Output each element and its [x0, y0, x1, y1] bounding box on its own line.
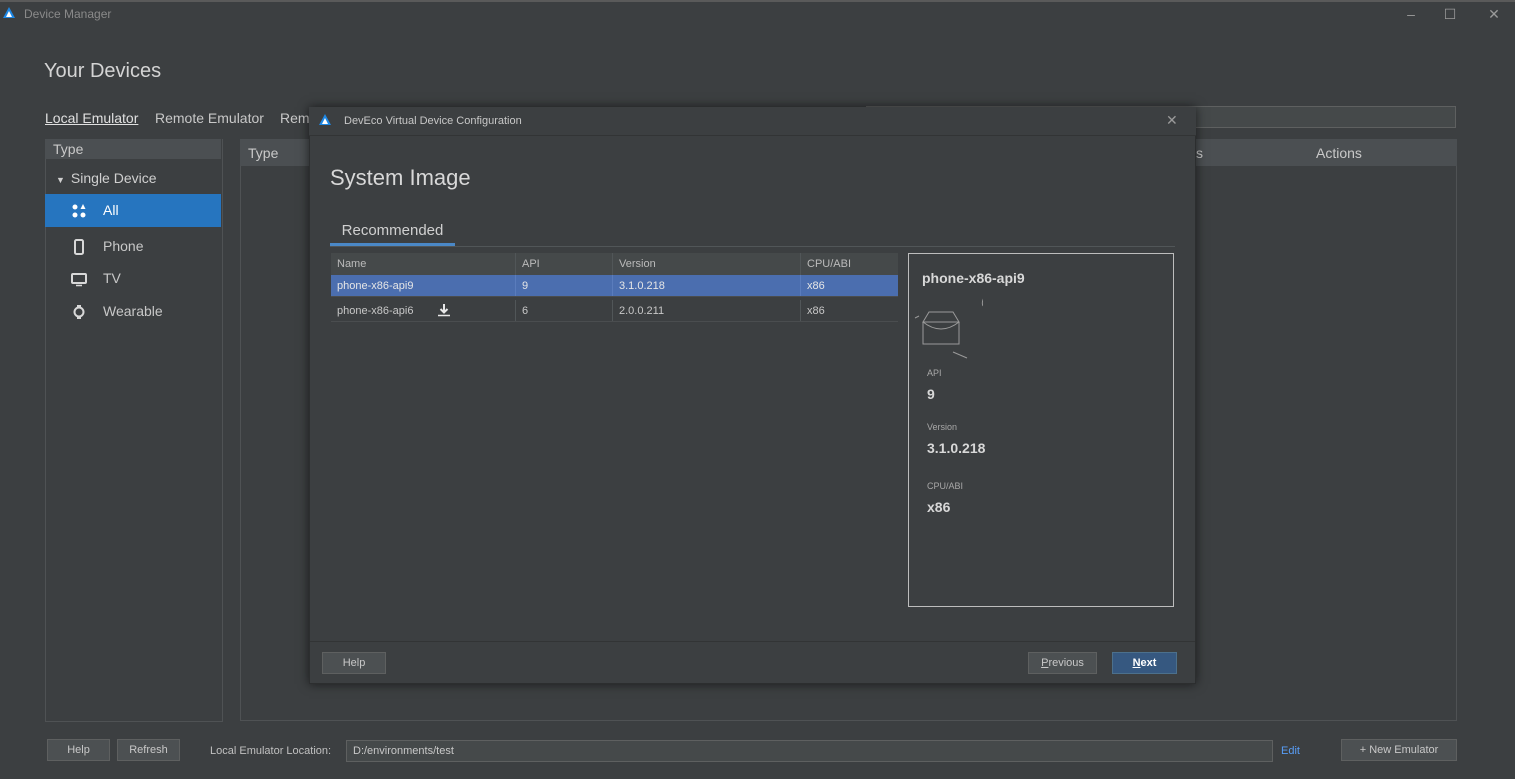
- next-mnemonic: N: [1132, 657, 1141, 669]
- close-icon[interactable]: ✕: [1484, 4, 1504, 24]
- sidebar-item-label: Phone: [103, 238, 144, 254]
- sidebar-group-label: Single Device: [70, 170, 157, 186]
- refresh-button[interactable]: Refresh: [117, 739, 180, 761]
- sidebar-item-label: All: [103, 202, 119, 218]
- maximize-icon[interactable]: ☐: [1440, 4, 1460, 24]
- dialog-close-icon[interactable]: ✕: [1166, 112, 1178, 129]
- tv-icon: [71, 273, 87, 287]
- detail-image-name: phone-x86-api9: [922, 270, 1025, 286]
- detail-cpu-value: x86: [927, 499, 951, 515]
- sidebar-item-tv[interactable]: TV: [45, 262, 221, 295]
- dialog-heading: System Image: [330, 165, 471, 190]
- column-api[interactable]: API: [516, 253, 613, 275]
- new-emulator-button[interactable]: + New Emulator: [1341, 739, 1457, 761]
- dialog-help-button[interactable]: Help: [322, 652, 386, 674]
- column-cpu-abi[interactable]: CPU/ABI: [801, 253, 898, 275]
- table-header: Name API Version CPU/ABI: [331, 253, 898, 275]
- sidebar-item-all[interactable]: All: [45, 194, 221, 227]
- column-actions[interactable]: Actions: [1316, 145, 1362, 161]
- cell-name-text: phone-x86-api6: [337, 305, 414, 317]
- cell-cpu-abi: x86: [807, 305, 825, 317]
- cell-version: 3.1.0.218: [613, 275, 801, 296]
- sidebar-item-label: Wearable: [103, 303, 163, 319]
- cell-version: 2.0.0.211: [613, 300, 801, 321]
- minimize-icon[interactable]: –: [1401, 4, 1421, 24]
- watch-icon: [73, 305, 85, 319]
- next-button[interactable]: Next: [1112, 652, 1177, 674]
- detail-version-label: Version: [927, 422, 958, 432]
- tab-divider: [330, 246, 1175, 247]
- title-bar: [0, 0, 1515, 30]
- detail-api-value: 9: [927, 386, 935, 402]
- cell-cpu-abi: x86: [807, 280, 825, 292]
- caret-down-icon: ▼: [56, 175, 65, 185]
- sidebar-item-label: TV: [103, 270, 121, 286]
- empty-box-icon: [914, 298, 983, 359]
- help-button[interactable]: Help: [47, 739, 110, 761]
- sidebar-item-wearable[interactable]: Wearable: [45, 295, 221, 328]
- deveco-logo-icon: [319, 114, 331, 125]
- table-row[interactable]: phone-x86-api9 9 3.1.0.218 x86: [331, 275, 898, 297]
- column-name[interactable]: Name: [331, 253, 516, 275]
- detail-cpu-label: CPU/ABI: [927, 481, 964, 491]
- detail-api-label: API: [927, 368, 942, 378]
- tab-recommended[interactable]: Recommended: [330, 222, 455, 246]
- column-type[interactable]: Type: [248, 145, 278, 161]
- tab-local-emulator[interactable]: Local Emulator: [45, 110, 138, 126]
- cell-name: phone-x86-api9: [331, 275, 516, 296]
- next-label-rest: ext: [1140, 657, 1157, 669]
- deveco-logo-icon: [3, 7, 15, 18]
- sidebar-header: Type: [45, 139, 221, 159]
- sidebar-item-phone[interactable]: Phone: [45, 230, 221, 263]
- dialog-title: DevEco Virtual Device Configuration: [344, 115, 522, 127]
- grid-icon: [72, 204, 86, 218]
- cell-api: 9: [516, 275, 613, 296]
- location-input[interactable]: D:/environments/test: [346, 740, 1273, 762]
- window-title: Device Manager: [24, 7, 112, 21]
- column-status[interactable]: s: [1196, 145, 1203, 161]
- table-row[interactable]: phone-x86-api6 6 2.0.0.211 x86: [331, 300, 898, 322]
- dialog-footer-divider: [310, 641, 1195, 642]
- page-title: Your Devices: [44, 60, 162, 82]
- cell-name: phone-x86-api6: [331, 300, 516, 321]
- tab-remote-device[interactable]: Rem: [280, 110, 310, 126]
- detail-version-value: 3.1.0.218: [927, 440, 986, 456]
- sidebar-group-single-device[interactable]: ▼ Single Device: [56, 170, 157, 186]
- previous-button[interactable]: Previous: [1028, 652, 1097, 674]
- tab-remote-emulator[interactable]: Remote Emulator: [155, 110, 264, 126]
- phone-icon: [74, 239, 84, 255]
- cell-api: 6: [516, 300, 613, 321]
- download-icon[interactable]: [437, 303, 451, 317]
- location-label: Local Emulator Location:: [210, 745, 332, 757]
- edit-link[interactable]: Edit: [1281, 745, 1300, 757]
- column-version[interactable]: Version: [613, 253, 801, 275]
- previous-label-rest: revious: [1048, 657, 1084, 669]
